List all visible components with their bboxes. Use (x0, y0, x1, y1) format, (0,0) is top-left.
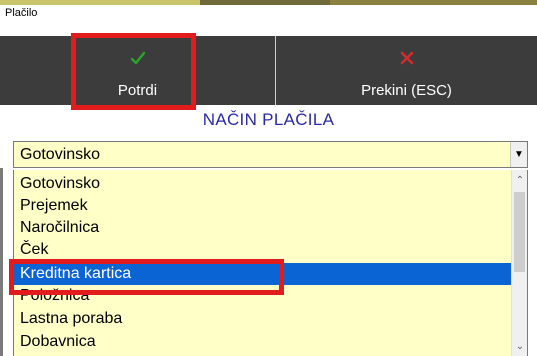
chevron-down-icon: ▼ (514, 149, 524, 160)
highlight-kreditna (9, 259, 284, 295)
dropdown-arrow-button[interactable]: ▼ (510, 142, 527, 167)
cancel-button[interactable]: Prekini (ESC) (276, 36, 537, 105)
scroll-up-icon[interactable]: ⌃ (512, 172, 527, 188)
window-title: Plačilo (5, 7, 38, 19)
list-item[interactable]: Ček (14, 239, 513, 261)
scrollbar[interactable]: ⌃ ⌄ (511, 170, 527, 356)
list-item[interactable]: Lastna poraba (14, 308, 513, 330)
cancel-button-label: Prekini (ESC) (361, 82, 452, 99)
list-item[interactable]: Prejemek (14, 195, 513, 217)
section-title: NAČIN PLAČILA (202, 110, 335, 129)
left-edge (0, 168, 3, 356)
top-strip-segment (0, 0, 200, 5)
list-item[interactable]: Naročilnica (14, 217, 513, 239)
scroll-down-icon[interactable]: ⌄ (512, 338, 527, 354)
list-item[interactable]: Gotovinsko (14, 173, 513, 195)
list-item[interactable]: Dobavnica (14, 331, 513, 353)
scroll-thumb[interactable] (514, 192, 525, 272)
highlight-confirm (71, 33, 196, 110)
select-value: Gotovinsko (20, 146, 101, 163)
top-strip-segment (330, 0, 537, 5)
x-icon (400, 51, 413, 65)
top-window-strip (0, 0, 537, 5)
payment-method-select[interactable]: Gotovinsko ▼ (13, 141, 528, 168)
